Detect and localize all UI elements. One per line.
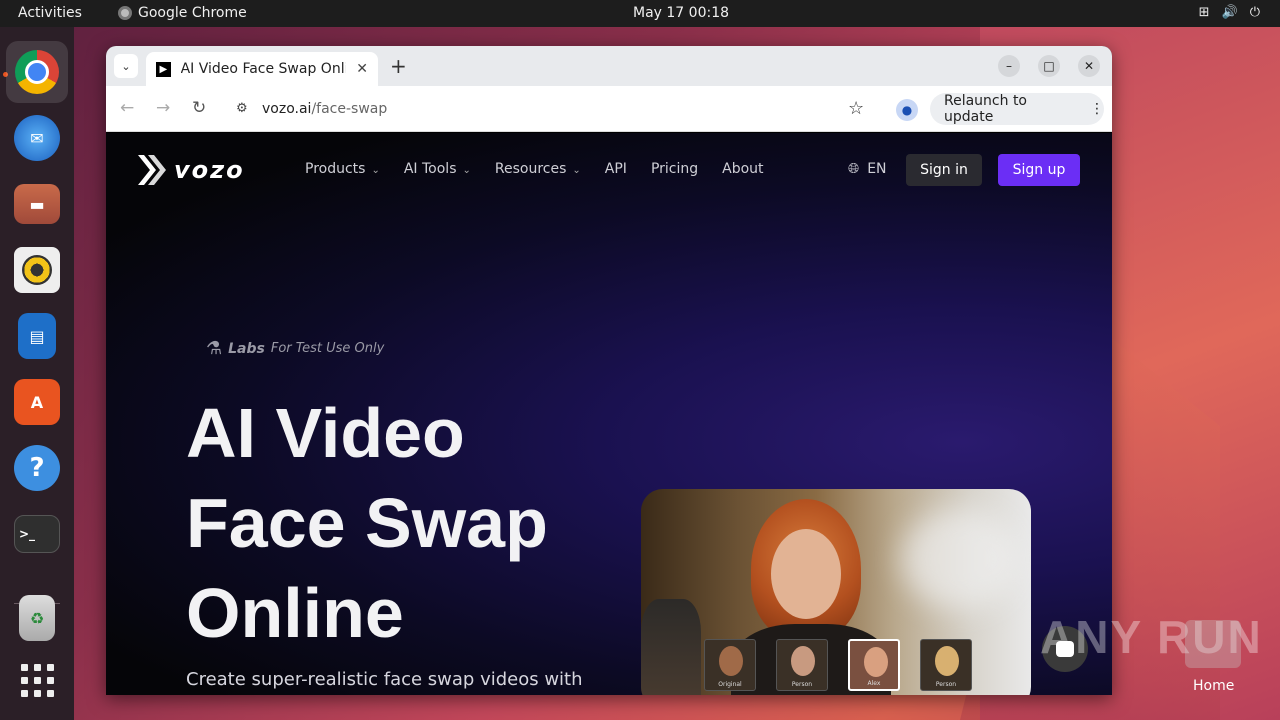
bookmark-star-icon[interactable]: ☆ [848, 98, 864, 119]
new-tab-button[interactable]: + [390, 54, 407, 78]
files-icon: ▬ [14, 184, 60, 224]
chrome-icon [15, 50, 59, 94]
sign-up-button[interactable]: Sign up [998, 154, 1080, 186]
vozo-logo-icon [138, 155, 166, 185]
volume-icon: 🔊 [1221, 5, 1238, 20]
dock-rhythmbox[interactable] [6, 239, 68, 301]
hero-title-line: AI Video [186, 394, 465, 472]
labs-badge: ⚗ Labs For Test Use Only [206, 338, 384, 359]
dock-show-apps[interactable] [6, 649, 68, 711]
trash-icon: ♻ [19, 595, 55, 641]
dock-terminal[interactable]: >_ [6, 503, 68, 565]
background-person [641, 599, 701, 695]
face-thumbnail[interactable]: Original [704, 639, 756, 691]
dock-help[interactable]: ? [6, 437, 68, 499]
nav-resources[interactable]: Resources ⌄ [495, 161, 581, 177]
chevron-down-icon: ⌄ [371, 165, 380, 176]
tab-strip: ⌄ ▶ AI Video Face Swap Online ✕ + – □ ✕ [106, 46, 1112, 86]
rhythmbox-icon [14, 247, 60, 293]
language-code: EN [867, 161, 887, 177]
labs-note: For Test Use Only [270, 341, 385, 356]
nav-products[interactable]: Products ⌄ [305, 161, 380, 177]
clock[interactable]: May 17 00:18 [633, 5, 729, 21]
chrome-small-icon [118, 6, 132, 20]
face-thumbnail-selected[interactable]: Alex [848, 639, 900, 691]
forward-button[interactable]: → [156, 98, 170, 118]
terminal-icon: >_ [14, 515, 60, 553]
tab-active[interactable]: ▶ AI Video Face Swap Online ✕ [146, 52, 378, 86]
hero-subtitle: Create super-realistic face swap videos … [186, 669, 583, 690]
language-selector[interactable]: 🌐︎ EN [848, 161, 887, 177]
app-center-icon: A [14, 379, 60, 425]
face-swap-preview: Original Person Alex Person [641, 489, 1031, 695]
vozo-logo[interactable]: vozo [138, 155, 245, 185]
woman-face [771, 529, 841, 619]
face-thumbnail[interactable]: Person [776, 639, 828, 691]
logo-text: vozo [174, 156, 245, 184]
relaunch-button[interactable]: Relaunch to update ⋮ [930, 93, 1104, 125]
dock: ✉ ▬ ▤ A ? >_ ♻ [0, 27, 74, 720]
chevron-down-icon: ⌄ [462, 165, 471, 176]
tab-title: AI Video Face Swap Online [180, 61, 347, 77]
face-thumbnails: Original Person Alex Person [704, 639, 972, 691]
app-name: Google Chrome [138, 5, 247, 21]
top-bar: Activities Google Chrome May 17 00:18 ⊞ … [0, 0, 1280, 27]
dock-writer[interactable]: ▤ [6, 305, 68, 367]
nav-about[interactable]: About [722, 161, 763, 177]
address-bar[interactable]: ⚙ vozo.ai/face-swap [226, 92, 880, 126]
url-path: /face-swap [311, 101, 388, 117]
dock-files[interactable]: ▬ [6, 173, 68, 235]
dock-thunderbird[interactable]: ✉ [6, 107, 68, 169]
back-button[interactable]: ← [120, 98, 134, 118]
hero-title-line: Face Swap [186, 484, 548, 562]
hero-title: AI Video Face Swap Online [186, 388, 606, 658]
nav-ai-tools[interactable]: AI Tools ⌄ [404, 161, 471, 177]
chevron-down-icon: ⌄ [572, 165, 581, 176]
help-icon: ? [14, 445, 60, 491]
browser-window: ⌄ ▶ AI Video Face Swap Online ✕ + – □ ✕ … [106, 46, 1112, 695]
writer-icon: ▤ [18, 313, 56, 359]
hero-title-line: Online [186, 574, 404, 652]
profile-icon[interactable]: ● [896, 99, 918, 121]
face-thumbnail[interactable]: Person [920, 639, 972, 691]
kebab-menu-icon: ⋮ [1090, 101, 1104, 117]
dock-app-center[interactable]: A [6, 371, 68, 433]
maximize-button[interactable]: □ [1038, 55, 1060, 77]
web-page: vozo Products ⌄ AI Tools ⌄ Resources ⌄ API … [106, 133, 1112, 695]
main-nav: Products ⌄ AI Tools ⌄ Resources ⌄ API Prici… [305, 161, 764, 177]
thunderbird-icon: ✉ [14, 115, 60, 161]
nav-api[interactable]: API [605, 161, 627, 177]
sign-in-button[interactable]: Sign in [906, 154, 982, 186]
site-info-icon[interactable]: ⚙ [236, 101, 248, 116]
home-label: Home [1193, 678, 1235, 694]
vozo-favicon: ▶ [156, 61, 171, 77]
globe-icon: 🌐︎ [848, 161, 860, 177]
tab-search-button[interactable]: ⌄ [114, 54, 138, 78]
dock-trash[interactable]: ♻ [6, 587, 68, 649]
show-apps-icon [20, 663, 54, 697]
reload-button[interactable]: ↻ [192, 98, 206, 118]
nav-pricing[interactable]: Pricing [651, 161, 698, 177]
network-icon: ⊞ [1198, 5, 1210, 20]
close-window-button[interactable]: ✕ [1078, 55, 1100, 77]
flask-icon: ⚗ [206, 338, 223, 359]
labs-label: Labs [228, 340, 265, 357]
app-menu[interactable]: Google Chrome [118, 5, 247, 21]
system-tray[interactable]: ⊞ 🔊 ⏻ [1199, 5, 1260, 20]
dock-chrome[interactable] [6, 41, 68, 103]
relaunch-label: Relaunch to update [944, 93, 1028, 125]
minimize-button[interactable]: – [998, 55, 1020, 77]
home-folder-icon[interactable] [1185, 620, 1241, 668]
activities-button[interactable]: Activities [18, 5, 82, 21]
url-host: vozo.ai [262, 101, 312, 117]
tab-close-icon[interactable]: ✕ [356, 61, 368, 77]
power-icon: ⏻ [1249, 5, 1260, 20]
